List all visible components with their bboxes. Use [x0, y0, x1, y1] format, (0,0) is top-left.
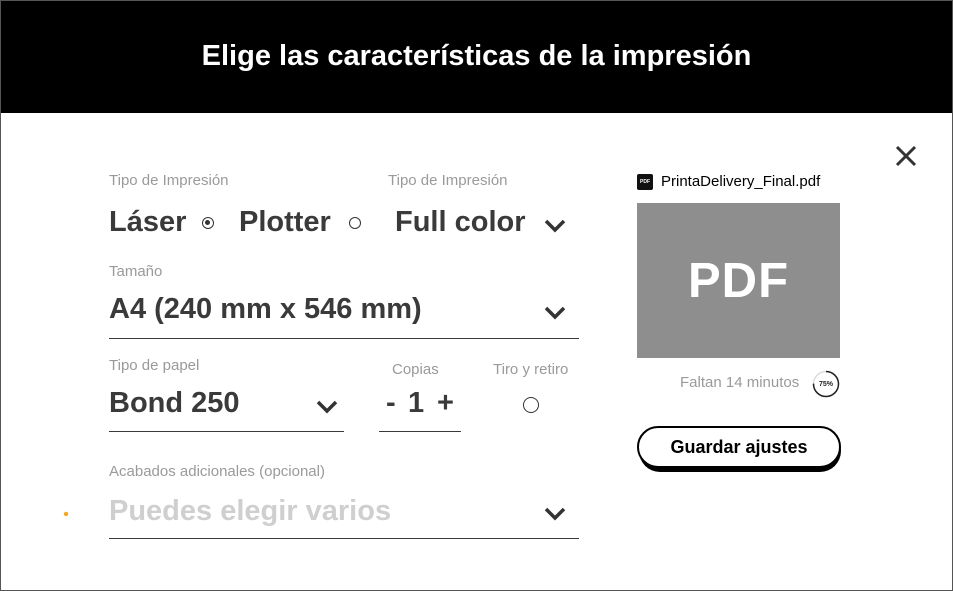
size-underline	[109, 338, 579, 339]
file-name: PrintaDelivery_Final.pdf	[661, 173, 821, 190]
pdf-preview-text: PDF	[688, 253, 789, 308]
option-laser-label[interactable]: Láser	[109, 206, 186, 239]
duplex-checkbox[interactable]	[523, 397, 539, 413]
copies-value: 1	[408, 387, 425, 419]
finishes-label: Acabados adicionales (opcional)	[109, 463, 325, 480]
size-label: Tamaño	[109, 263, 163, 280]
print-type-label: Tipo de Impresión	[109, 172, 229, 189]
progress-label: 75%	[818, 380, 833, 388]
dialog-title: Elige las características de la impresió…	[201, 39, 752, 72]
finishes-underline	[109, 538, 579, 539]
radio-laser[interactable]	[202, 217, 214, 229]
paper-label: Tipo de papel	[109, 357, 200, 374]
radio-plotter[interactable]	[349, 217, 361, 229]
pdf-file-icon: PDF	[637, 174, 653, 190]
option-plotter-label[interactable]: Plotter	[239, 206, 331, 239]
copies-minus-button[interactable]: -	[386, 387, 396, 420]
chevron-down-icon[interactable]	[543, 506, 567, 522]
save-settings-button[interactable]: Guardar ajustes	[637, 426, 841, 472]
chevron-down-icon[interactable]	[315, 399, 339, 415]
pdf-preview: PDF	[637, 203, 840, 358]
size-select-value[interactable]: A4 (240 mm x 546 mm)	[109, 293, 422, 326]
color-select-value[interactable]: Full color	[395, 206, 526, 239]
dialog-header: Elige las características de la impresió…	[1, 1, 952, 113]
color-type-label: Tipo de Impresión	[388, 172, 508, 189]
copies-underline	[379, 431, 461, 432]
paper-select-value[interactable]: Bond 250	[109, 387, 240, 420]
time-left-text: Faltan 14 minutos	[680, 374, 800, 391]
duplex-label: Tiro y retiro	[493, 361, 569, 378]
chevron-down-icon[interactable]	[543, 218, 567, 234]
bullet-icon	[63, 511, 69, 517]
finishes-select-placeholder[interactable]: Puedes elegir varios	[109, 495, 391, 528]
close-icon[interactable]	[889, 139, 923, 173]
pdf-file-icon-text: PDF	[640, 179, 650, 185]
paper-underline	[109, 431, 344, 432]
save-button-face[interactable]: Guardar ajustes	[637, 426, 841, 468]
chevron-down-icon[interactable]	[543, 305, 567, 321]
progress-indicator: 75%	[812, 370, 840, 398]
copies-label: Copias	[392, 361, 439, 378]
print-settings-dialog: Elige las características de la impresió…	[0, 0, 953, 591]
copies-plus-button[interactable]: +	[437, 387, 454, 420]
